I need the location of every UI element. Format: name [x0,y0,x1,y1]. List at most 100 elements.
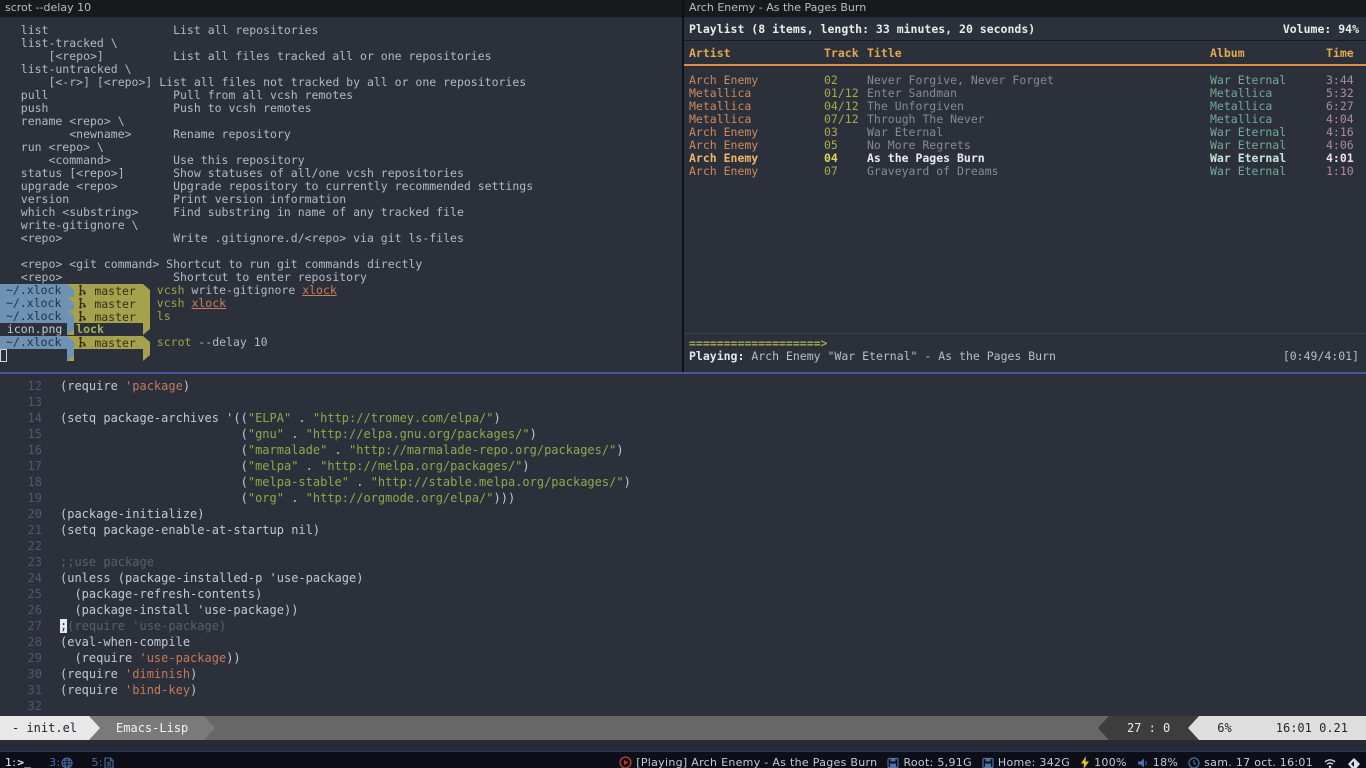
editor-line[interactable]: 20(package-initialize) [0,506,1366,522]
powerline-arrow-icon [89,716,100,740]
terminal-line: ~/.xlock master vcsh xlock [0,297,682,310]
modeline-buffer-name: - init.el [0,716,89,740]
top-windows: scrot --delay 10 list List all repositor… [0,0,1366,374]
terminal-line: icon.png lock [0,323,682,336]
terminal-line [0,349,682,362]
editor-line[interactable]: 24(unless (package-installed-p 'use-pack… [0,570,1366,586]
speaker-icon [1137,757,1149,768]
music-player-window[interactable]: Arch Enemy - As the Pages Burn Playlist … [684,0,1366,372]
line-number: 19 [0,490,42,506]
document-icon [104,757,114,768]
volume-indicator: Volume: 94% [1283,23,1359,36]
disk-home: Home: 342G [982,756,1070,768]
editor-line[interactable]: 17 ("melpa" . "http://melpa.org/packages… [0,458,1366,474]
line-number: 16 [0,442,42,458]
line-number: 25 [0,586,42,602]
editor-line[interactable]: 18 ("melpa-stable" . "http://stable.melp… [0,474,1366,490]
playlist-row[interactable]: Arch Enemy02Never Forgive, Never ForgetW… [684,74,1366,87]
line-number: 27 [0,618,42,634]
workspace-3[interactable]: 3: [49,756,73,768]
volume-status: 18% [1137,756,1178,768]
editor-line[interactable]: 12(require 'package) [0,378,1366,394]
playlist: Arch Enemy02Never Forgive, Never ForgetW… [684,74,1366,178]
editor-line[interactable]: 28(eval-when-compile [0,634,1366,650]
emacs-modeline: - init.el Emacs-Lisp 27 : 0 6% 16:01 0.2… [0,716,1366,740]
workspace-5[interactable]: 5: [91,756,113,768]
header-rule [684,64,1366,66]
playlist-row[interactable]: Arch Enemy07Graveyard of DreamsWar Etern… [684,165,1366,178]
desktop: scrot --delay 10 list List all repositor… [0,0,1366,768]
terminal-window[interactable]: scrot --delay 10 list List all repositor… [0,0,684,372]
line-number: 31 [0,682,42,698]
line-number: 13 [0,394,42,410]
editor-line[interactable]: 27;(require 'use-package) [0,618,1366,634]
powerline-arrow-icon [204,716,215,740]
workspace-label: 1: [5,756,16,768]
editor-line[interactable]: 25 (package-refresh-contents) [0,586,1366,602]
playlist-row-current[interactable]: Arch Enemy04As the Pages BurnWar Eternal… [684,152,1366,165]
now-playing-text: Arch Enemy "War Eternal" - As the Pages … [744,350,1056,364]
playlist-row[interactable]: Arch Enemy05No More RegretsWar Eternal4:… [684,139,1366,152]
player-body: Playlist (8 items, length: 33 minutes, 2… [684,18,1366,372]
line-number: 29 [0,650,42,666]
editor-line[interactable]: 16 ("marmalade" . "http://marmalade-repo… [0,442,1366,458]
playlist-column-headers: Artist Track Title Album Time [684,47,1366,62]
clock-status: sam. 17 oct. 16:01 [1188,756,1313,768]
line-number: 20 [0,506,42,522]
editor-line[interactable]: 21(setq package-enable-at-startup nil) [0,522,1366,538]
battery-status: 100% [1080,756,1127,768]
line-number: 32 [0,698,42,714]
playlist-row[interactable]: Metallica01/12Enter SandmanMetallica5:32 [684,87,1366,100]
disk-root: Root: 5,91G [887,756,971,768]
playlist-row[interactable]: Metallica04/12The UnforgivenMetallica6:2… [684,100,1366,113]
editor-line[interactable]: 32 [0,698,1366,714]
playlist-info-row: Playlist (8 items, length: 33 minutes, 2… [684,18,1366,41]
tray-app-icon[interactable] [1347,756,1361,768]
editor-line[interactable]: 15 ("gnu" . "http://elpa.gnu.org/package… [0,426,1366,442]
clock-icon [1188,757,1200,768]
playlist-row[interactable]: Metallica07/12Through The NeverMetallica… [684,113,1366,126]
editor-line[interactable]: 13 [0,394,1366,410]
editor-line[interactable]: 31(require 'bind-key) [0,682,1366,698]
editor-buffer[interactable]: 12(require 'package)1314(setq package-ar… [0,374,1366,716]
workspace-label: 3: [49,756,60,768]
editor-line[interactable]: 23;;use package [0,554,1366,570]
terminal-line: <repo> Write .gitignore.d/<repo> via git… [0,232,682,245]
emacs-minibuffer[interactable] [0,740,1366,751]
editor-line[interactable]: 19 ("org" . "http://orgmode.org/elpa/"))… [0,490,1366,506]
track-position: [0:49/4:01] [1283,350,1359,364]
column-album: Album [1210,47,1326,62]
player-title: Arch Enemy - As the Pages Burn [689,1,866,14]
workspace-label: 5: [91,756,102,768]
line-number: 23 [0,554,42,570]
editor-line[interactable]: 30(require 'diminish) [0,666,1366,682]
terminal-line: ~/.xlock master vcsh write-gitignore xlo… [0,284,682,297]
now-playing-row: Playing: Arch Enemy "War Eternal" - As t… [689,350,1359,364]
editor-line[interactable]: 29 (require 'use-package)) [0,650,1366,666]
emacs-window[interactable]: 12(require 'package)1314(setq package-ar… [0,374,1366,751]
wifi-icon[interactable] [1323,757,1337,768]
line-number: 12 [0,378,42,394]
column-time: Time [1326,47,1366,62]
playlist-summary: Playlist (8 items, length: 33 minutes, 2… [689,23,1035,36]
column-artist: Artist [689,47,824,62]
modeline-major-mode[interactable]: Emacs-Lisp [100,716,204,740]
editor-line[interactable]: 26 (package-install 'use-package)) [0,602,1366,618]
workspace-1[interactable]: 1:>_ [5,756,31,768]
editor-line[interactable]: 14(setq package-archives '(("ELPA" . "ht… [0,410,1366,426]
editor-line[interactable]: 22 [0,538,1366,554]
modeline-clock-load: 16:01 0.21 [1276,716,1348,740]
line-number: 26 [0,602,42,618]
terminal-cursor [0,349,7,362]
line-number: 14 [0,410,42,426]
modeline-percent: 6% [1217,716,1231,740]
terminal-glyph-icon: >_ [17,756,31,768]
disk-icon [887,757,899,768]
lightning-icon [1080,756,1090,768]
system-bar: 1:>_ 3: 5: [Playing] Arch Enemy - As the… [0,751,1366,768]
player-titlebar: Arch Enemy - As the Pages Burn [684,0,1366,18]
line-number: 22 [0,538,42,554]
line-number: 28 [0,634,42,650]
playlist-row[interactable]: Arch Enemy03War EternalWar Eternal4:16 [684,126,1366,139]
terminal-body[interactable]: list List all repositories list-tracked … [0,18,682,372]
